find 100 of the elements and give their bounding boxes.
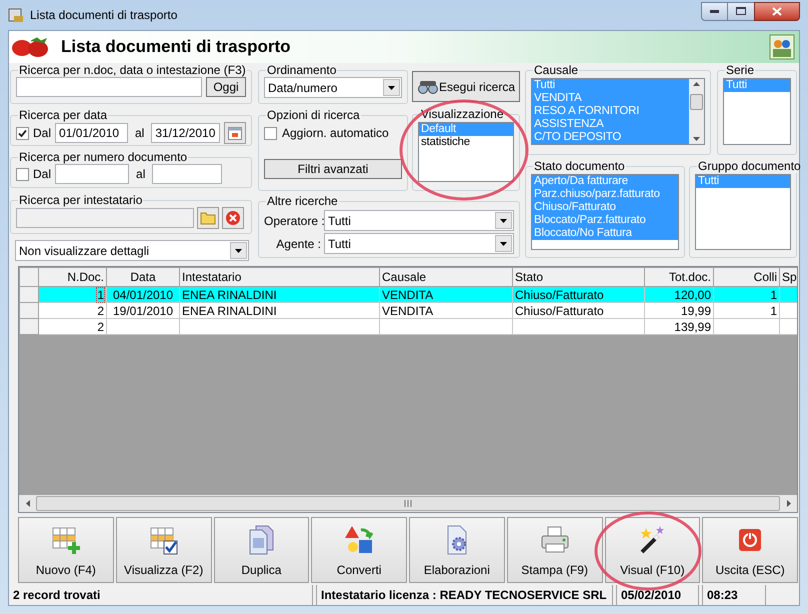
- column-header[interactable]: N.Doc.: [38, 268, 106, 286]
- table-cell: ENEA RINALDINI: [182, 288, 277, 302]
- checkbox[interactable]: [16, 168, 29, 180]
- input-field[interactable]: [55, 164, 130, 184]
- close-icon: [772, 6, 782, 16]
- dropdown-arrow-icon: [388, 86, 395, 90]
- run-search-button[interactable]: Esegui ricerca: [412, 71, 520, 102]
- table-cell: 139,99: [674, 320, 711, 334]
- dropdown-arrow-icon: [235, 248, 242, 252]
- column-header[interactable]: Tot.doc.: [644, 268, 714, 286]
- toolbar-button[interactable]: Duplica: [214, 517, 310, 583]
- header-title: Lista documenti di trasporto: [61, 36, 291, 58]
- maximize-button[interactable]: [728, 2, 754, 20]
- dropdown-arrow-icon: [500, 242, 507, 246]
- group-title: Ordinamento: [266, 63, 338, 77]
- column-header[interactable]: Colli: [714, 268, 780, 286]
- group-title: Stato documento: [533, 159, 626, 173]
- table-cell: 1: [770, 304, 777, 318]
- group-title: Ricerca per intestatario: [18, 193, 144, 207]
- input-field[interactable]: [16, 208, 194, 228]
- table-cell: VENDITA: [382, 288, 434, 302]
- scroll-right-icon: [786, 500, 790, 507]
- table-cell: 2: [97, 304, 104, 318]
- table-cell: 1: [97, 288, 104, 302]
- input-field[interactable]: 01/01/2010: [55, 123, 128, 143]
- toolbar-button[interactable]: Converti: [311, 517, 407, 583]
- group-title: Altre ricerche: [266, 194, 339, 208]
- toolbar-button[interactable]: Elaborazioni: [409, 517, 505, 583]
- people-icon: [769, 34, 795, 60]
- table-cell: 2: [97, 320, 104, 334]
- column-header[interactable]: Data: [106, 268, 180, 286]
- today-button[interactable]: Oggi: [206, 77, 246, 97]
- app-icon: [8, 7, 24, 23]
- to-label: al: [134, 125, 144, 142]
- table-cell: Chiuso/Fatturato: [515, 288, 604, 302]
- dropdown[interactable]: Tutti: [324, 210, 514, 231]
- input-field[interactable]: 31/12/2010: [151, 123, 220, 143]
- window-title: Lista documenti di trasporto: [30, 7, 178, 24]
- scroll-thumb[interactable]: [690, 94, 703, 110]
- table-row[interactable]: 2 139,99: [20, 318, 797, 334]
- scroll-down-icon: [693, 137, 700, 141]
- group-title: Serie: [725, 63, 756, 77]
- toolbar-button[interactable]: Nuovo (F4): [18, 517, 114, 583]
- clear-button[interactable]: [222, 207, 244, 229]
- input-field[interactable]: [152, 164, 222, 184]
- status-license: Intestatario licenza : READY TECNOSERVICE SRL: [316, 585, 613, 605]
- toolbar-button[interactable]: Stampa (F9): [506, 517, 602, 583]
- binoculars-icon: [417, 80, 439, 94]
- calendar-icon: [228, 126, 242, 140]
- vertical-scrollbar[interactable]: [689, 79, 704, 144]
- calendar-button[interactable]: [224, 122, 246, 144]
- minimize-button[interactable]: [701, 2, 728, 20]
- strawberries-icon: [11, 36, 51, 58]
- input-field[interactable]: [16, 77, 202, 97]
- column-header[interactable]: Sp: [780, 268, 797, 286]
- group-title: Visualizzazione: [420, 107, 504, 121]
- from-label: Dal: [33, 166, 52, 183]
- dropdown-arrow-icon: [500, 218, 507, 222]
- dropdown[interactable]: Data/numero: [264, 77, 402, 98]
- column-header[interactable]: Causale: [380, 268, 512, 286]
- dropdown[interactable]: Non visualizzare dettagli: [15, 240, 249, 261]
- group-title: Ricerca per numero documento: [18, 150, 188, 164]
- group-title: Gruppo documento: [697, 159, 802, 173]
- list-item[interactable]: statistiche: [419, 136, 513, 149]
- table-cell: 120,00: [674, 288, 711, 302]
- table-cell: ENEA RINALDINI: [182, 304, 277, 318]
- group-title: Ricerca per data: [18, 108, 108, 122]
- toolbar-button[interactable]: Visual (F10): [604, 517, 700, 583]
- table-cell: VENDITA: [382, 304, 434, 318]
- table-row[interactable]: 1 04/01/2010 ENEA RINALDINI VENDITA Chiuso/Fatturato 120,00 1: [20, 286, 797, 302]
- table-cell: 04/01/2010: [112, 288, 174, 302]
- check-icon: [18, 128, 27, 138]
- toolbar-button[interactable]: Uscita (ESC): [702, 517, 798, 583]
- from-label: Dal: [33, 125, 52, 142]
- group-title: Ricerca per n.doc, data o intestazione (F3): [18, 63, 247, 77]
- toolbar-button[interactable]: Visualizza (F2): [116, 517, 212, 583]
- group-title: Causale: [533, 63, 580, 77]
- grip-icon: [404, 500, 412, 507]
- dropdown[interactable]: Tutti: [324, 233, 514, 254]
- checkbox[interactable]: [16, 126, 29, 140]
- column-header[interactable]: Intestatario: [180, 268, 380, 286]
- table-row[interactable]: 2 19/01/2010 ENEA RINALDINI VENDITA Chiuso/Fatturato 19,99 1: [20, 302, 797, 318]
- horizontal-scrollbar[interactable]: [19, 495, 797, 512]
- field-label: Agente :: [275, 236, 322, 252]
- column-header[interactable]: Stato: [512, 268, 644, 286]
- field-label: Operatore :: [264, 212, 324, 230]
- checkbox-label: Aggiorn. automatico: [282, 125, 389, 142]
- table-cell: Chiuso/Fatturato: [515, 304, 604, 318]
- folder-button[interactable]: [197, 207, 219, 229]
- table-cell: 19/01/2010: [112, 304, 174, 318]
- status-date: 05/02/2010: [616, 585, 699, 605]
- minimize-icon: [710, 10, 719, 12]
- advanced-filters-button[interactable]: Filtri avanzati: [264, 159, 402, 179]
- close-icon: [225, 210, 241, 226]
- status-time: 08:23: [702, 585, 766, 605]
- close-button[interactable]: [754, 2, 800, 20]
- maximize-icon: [736, 7, 746, 15]
- checkbox[interactable]: [264, 126, 277, 140]
- status-records: 2 record trovati: [9, 585, 313, 605]
- to-label: al: [136, 166, 146, 183]
